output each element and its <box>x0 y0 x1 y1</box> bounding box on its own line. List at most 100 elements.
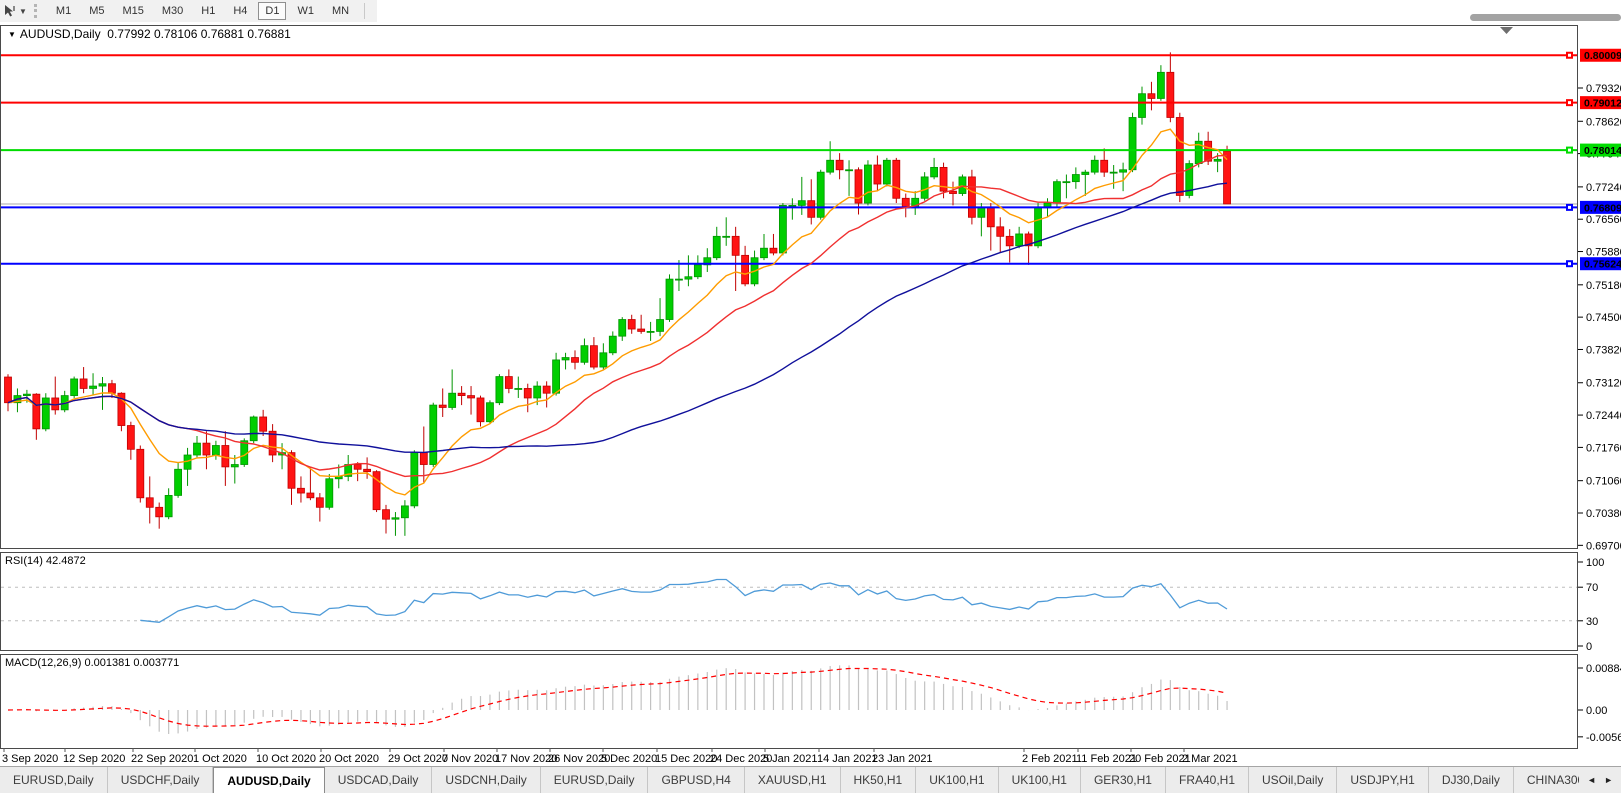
candle-body <box>430 405 437 464</box>
ohlc-toggle-icon[interactable]: ▼ <box>8 30 16 39</box>
candle-body <box>194 443 201 455</box>
toolbar-drag-handle[interactable] <box>34 4 41 18</box>
candle-body <box>675 279 682 280</box>
candle-body <box>1176 117 1183 195</box>
candle-body <box>411 453 418 506</box>
candle-body <box>524 388 531 398</box>
chart-tab-audusd-daily[interactable]: AUDUSD,Daily <box>213 767 324 793</box>
tab-scroll-right-icon[interactable]: ► <box>1600 773 1617 787</box>
candle-body <box>1110 172 1117 173</box>
price-axis-tick-label: 0.77240 <box>1586 182 1621 194</box>
timeframe-button-m30[interactable]: M30 <box>155 2 190 20</box>
chart-tab-eurusd-daily[interactable]: EURUSD,Daily <box>541 767 649 793</box>
date-axis-tick-label: 22 Sep 2020 <box>131 753 193 765</box>
candle-body <box>486 403 493 422</box>
price-axis-tick-label: 0.74500 <box>1586 312 1621 324</box>
candle-body <box>90 386 97 388</box>
candle-body <box>1082 172 1089 174</box>
candle-body <box>562 358 569 360</box>
candle-body <box>685 277 692 279</box>
chart-tab-gbpusd-h4[interactable]: GBPUSD,H4 <box>648 767 744 793</box>
tab-scroll-left-icon[interactable]: ◄ <box>1583 773 1600 787</box>
price-axis-tick-label: 0.70380 <box>1586 508 1621 520</box>
candle-body <box>1101 160 1108 172</box>
candle-body <box>836 160 843 170</box>
candle-body <box>534 386 541 398</box>
chart-tab-dj30-daily[interactable]: DJ30,Daily <box>1429 767 1514 793</box>
chart-tab-hk50-h1[interactable]: HK50,H1 <box>841 767 917 793</box>
chart-canvas[interactable]: 0.793200.786200.779400.772400.765600.758… <box>0 22 1621 766</box>
candle-body <box>770 248 777 253</box>
chart-tab-uk100-h1[interactable]: UK100,H1 <box>999 767 1081 793</box>
candle-body <box>1072 175 1079 182</box>
candle-body <box>968 177 975 217</box>
chart-tab-usdjpy-h1[interactable]: USDJPY,H1 <box>1337 767 1428 793</box>
candle-body <box>420 453 427 465</box>
candle-body <box>316 498 323 508</box>
timeframe-button-d1[interactable]: D1 <box>258 2 286 20</box>
price-axis-tick-label: 0.75180 <box>1586 280 1621 292</box>
candle-body <box>789 205 796 206</box>
candle-body <box>250 417 257 441</box>
candle-body <box>23 394 30 395</box>
candle-body <box>71 379 78 396</box>
date-axis-tick-label: 14 Jan 2021 <box>817 753 878 765</box>
chevron-down-icon[interactable]: ▼ <box>19 7 27 16</box>
candle-body <box>779 205 786 253</box>
cursor-tool-icon[interactable] <box>2 3 18 19</box>
chart-tab-ger30-h1[interactable]: GER30,H1 <box>1081 767 1166 793</box>
candle-body <box>515 388 522 389</box>
chart-tab-usdchf-daily[interactable]: USDCHF,Daily <box>108 767 214 793</box>
level-line-anchor-dot <box>1568 149 1571 152</box>
candle-body <box>553 360 560 393</box>
candle-body <box>723 236 730 237</box>
chart-title: ▼AUDUSD,Daily 0.77992 0.78106 0.76881 0.… <box>8 27 291 41</box>
candle-body <box>439 405 446 407</box>
timeframe-button-m15[interactable]: M15 <box>115 2 150 20</box>
candle-body <box>590 346 597 367</box>
candle-body <box>260 417 267 431</box>
chart-tab-usdcad-daily[interactable]: USDCAD,Daily <box>325 767 433 793</box>
date-axis-tick-label: 2 Mar 2021 <box>1182 753 1238 765</box>
level-line-anchor-dot <box>1568 206 1571 209</box>
candle-body <box>978 208 985 218</box>
candle-body <box>1167 72 1174 117</box>
tab-scroll-buttons: ◄ ► <box>1579 767 1621 793</box>
level-price-label: 0.80009 <box>1584 50 1621 62</box>
date-axis-tick-label: 2 Feb 2021 <box>1022 753 1078 765</box>
trading-terminal-window: { "toolbar": { "tool_icon": "cursor-tool… <box>0 0 1621 793</box>
candle-body <box>581 346 588 363</box>
candle-body <box>1006 236 1013 246</box>
timeframe-button-h1[interactable]: H1 <box>194 2 222 20</box>
timeframe-button-mn[interactable]: MN <box>325 2 356 20</box>
timeframe-button-w1[interactable]: W1 <box>290 2 321 20</box>
candle-body <box>609 336 616 353</box>
timeframe-button-m1[interactable]: M1 <box>49 2 78 20</box>
timeframe-button-h4[interactable]: H4 <box>226 2 254 20</box>
chart-tab-usoil-daily[interactable]: USOil,Daily <box>1249 767 1337 793</box>
timeframe-button-m5[interactable]: M5 <box>82 2 111 20</box>
candle-body <box>146 498 153 508</box>
chart-tab-uk100-h1[interactable]: UK100,H1 <box>916 767 998 793</box>
candle-body <box>543 386 550 393</box>
chart-tab-xauusd-h1[interactable]: XAUUSD,H1 <box>745 767 841 793</box>
level-price-label: 0.76809 <box>1584 202 1621 214</box>
candle-body <box>137 449 144 497</box>
candle-body <box>1120 170 1127 172</box>
candle-body <box>477 398 484 422</box>
candle-body <box>921 177 928 198</box>
date-axis-tick-label: 20 Oct 2020 <box>319 753 379 765</box>
candle-body <box>1139 94 1146 118</box>
rsi-panel-frame <box>1 553 1578 651</box>
chart-tab-eurusd-daily[interactable]: EURUSD,Daily <box>0 767 108 793</box>
rsi-indicator-label: RSI(14) 42.4872 <box>5 555 86 567</box>
price-axis-tick-label: 0.71760 <box>1586 442 1621 454</box>
chart-tab-usdcnh-daily[interactable]: USDCNH,Daily <box>432 767 540 793</box>
chart-tab-fra40-h1[interactable]: FRA40,H1 <box>1166 767 1249 793</box>
price-axis-tick-label: 0.71060 <box>1586 476 1621 488</box>
chart-h-scrollbar-thumb[interactable] <box>1470 14 1621 21</box>
candle-body <box>761 248 768 258</box>
price-axis-tick-label: 0.78620 <box>1586 116 1621 128</box>
level-line-anchor-dot <box>1568 54 1571 57</box>
candle-body <box>950 191 957 193</box>
